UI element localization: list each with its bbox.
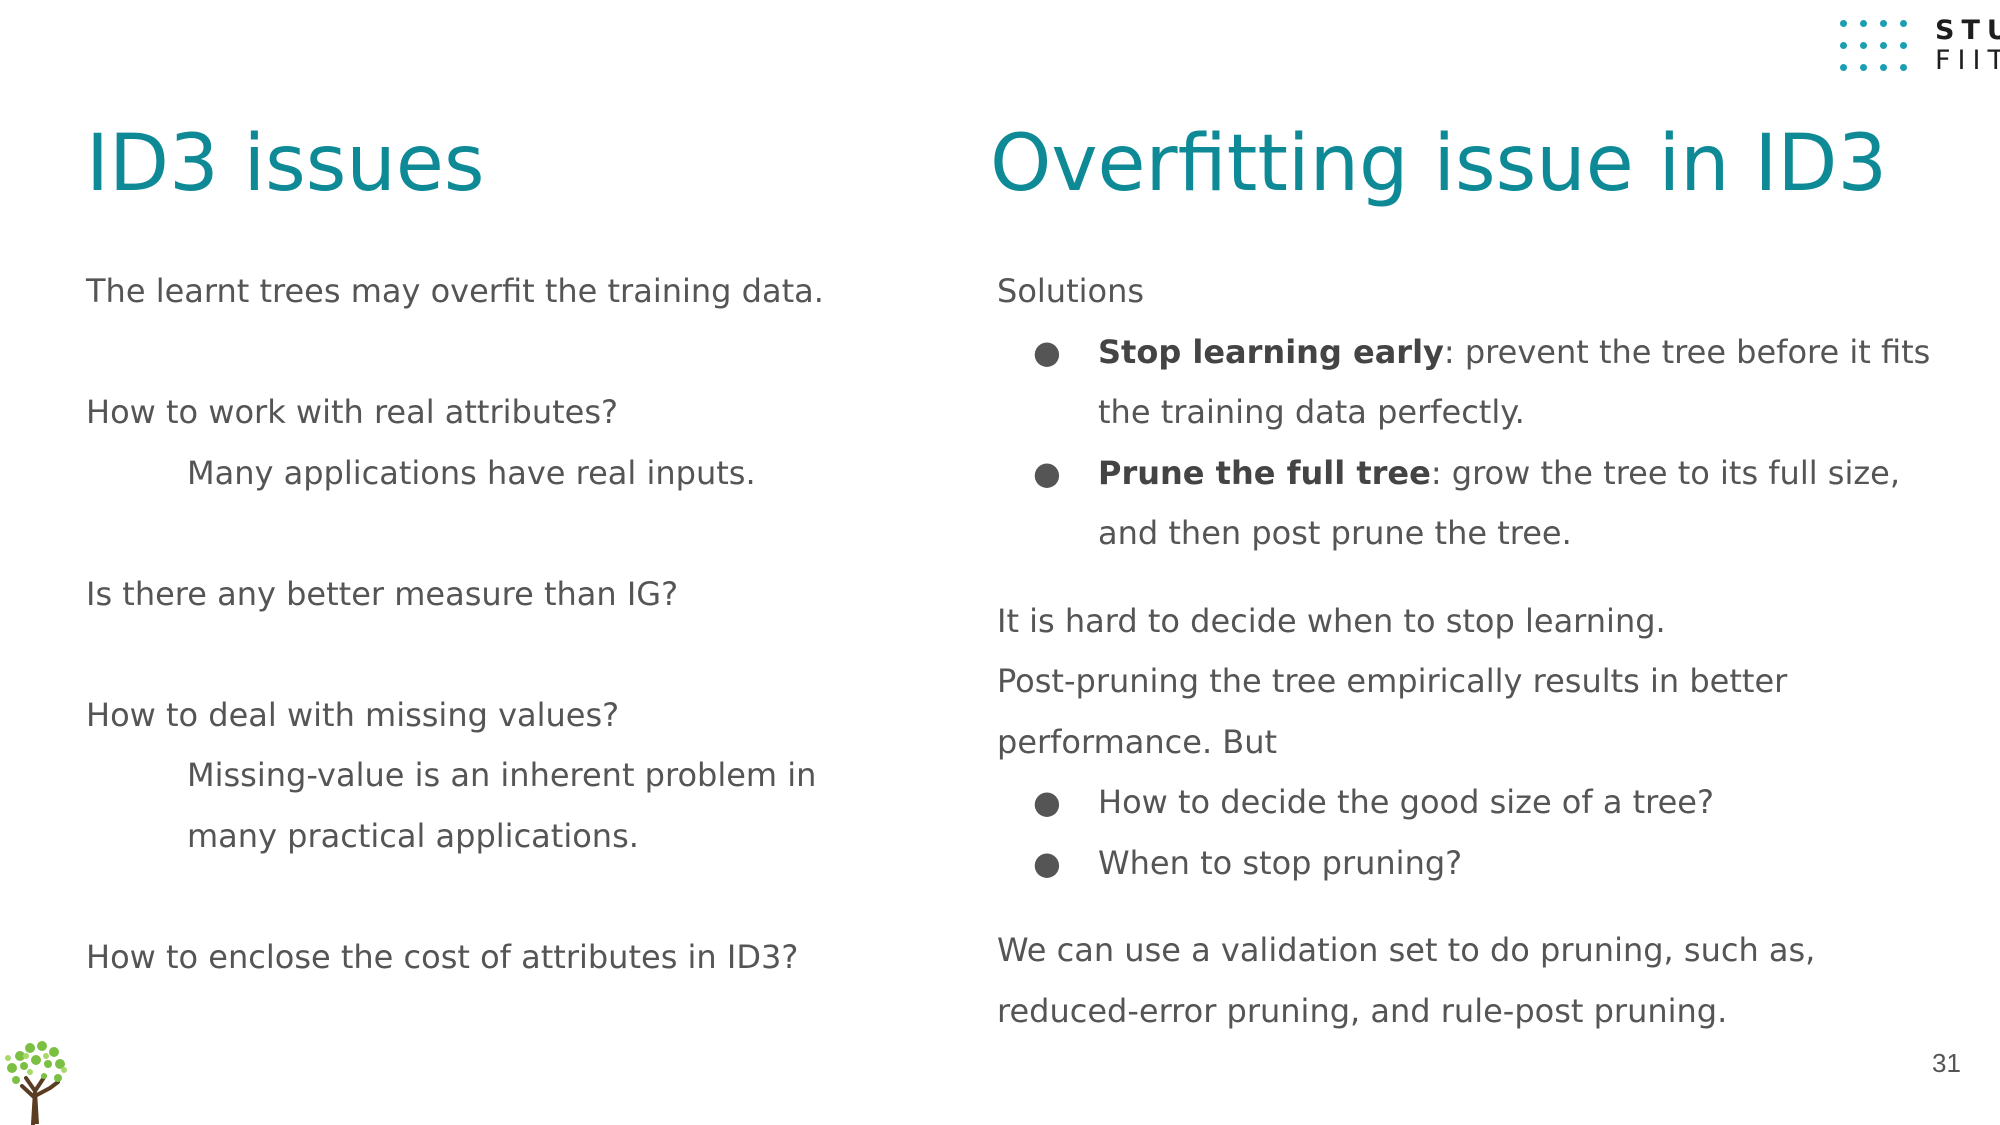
question-text: How to decide the good size of a tree? <box>1098 783 1714 821</box>
stu-fiit-logo: STU FIIT <box>1840 16 2000 76</box>
logo-dots-icon <box>1840 20 1920 76</box>
para2-line: Post-pruning the tree empirically result… <box>997 662 1788 700</box>
slide: STU FIIT ID3 issues Overfitting issue in… <box>0 0 2000 1125</box>
question-item: ● When to stop pruning? <box>997 833 1947 894</box>
left-line-overfit: The learnt trees may overfit the trainin… <box>86 272 824 310</box>
bullet-icon: ● <box>1033 783 1061 821</box>
page-number: 31 <box>1932 1048 1961 1078</box>
question-text: When to stop pruning? <box>1098 843 1463 882</box>
left-line-practical-apps: many practical applications. <box>187 816 639 855</box>
left-column: The learnt trees may overfit the trainin… <box>86 261 906 987</box>
para3-line: reduced-error pruning, and rule-post pru… <box>997 991 1728 1030</box>
left-line-better-measure: Is there any better measure than IG? <box>86 574 679 613</box>
solution-item: ● Stop learning early: prevent the tree … <box>997 322 1947 443</box>
left-line-missing-values: How to deal with missing values? <box>86 695 620 734</box>
solutions-label: Solutions <box>997 272 1145 310</box>
para3-line: We can use a validation set to do prunin… <box>997 931 1816 969</box>
bullet-icon: ● <box>1033 453 1061 492</box>
logo-line-1: STU <box>1935 15 2000 46</box>
para2-line: It is hard to decide when to stop learni… <box>997 601 1666 640</box>
question-item: ● How to decide the good size of a tree? <box>997 772 1947 833</box>
left-line-missing-inherent: Missing-value is an inherent problem in <box>187 756 817 794</box>
solution-cont: the training data perfectly. <box>1098 393 1525 431</box>
solution-text: : prevent the tree before it fits <box>1443 332 1931 371</box>
left-line-cost-attributes: How to enclose the cost of attributes in… <box>86 937 799 976</box>
left-line-real-attributes: How to work with real attributes? <box>86 393 618 431</box>
left-line-real-inputs: Many applications have real inputs. <box>187 453 756 492</box>
logo-line-2: FIIT <box>1935 45 2000 76</box>
solution-text: : grow the tree to its full size, <box>1430 453 1900 492</box>
para2-line: performance. But <box>997 722 1278 761</box>
right-column: Solutions ● Stop learning early: prevent… <box>997 261 1947 1041</box>
tree-icon <box>5 1041 67 1125</box>
left-title: ID3 issues <box>86 119 485 209</box>
right-title: Overfitting issue in ID3 <box>990 119 1888 209</box>
solution-bold: Prune the full tree <box>1098 453 1431 492</box>
solution-bold: Stop learning early <box>1098 332 1444 371</box>
solution-item: ● Prune the full tree: grow the tree to … <box>997 443 1947 564</box>
bullet-icon: ● <box>1033 843 1061 882</box>
logo-text: STU FIIT <box>1935 16 2000 76</box>
solution-cont: and then post prune the tree. <box>1098 514 1572 552</box>
bullet-icon: ● <box>1033 332 1061 371</box>
